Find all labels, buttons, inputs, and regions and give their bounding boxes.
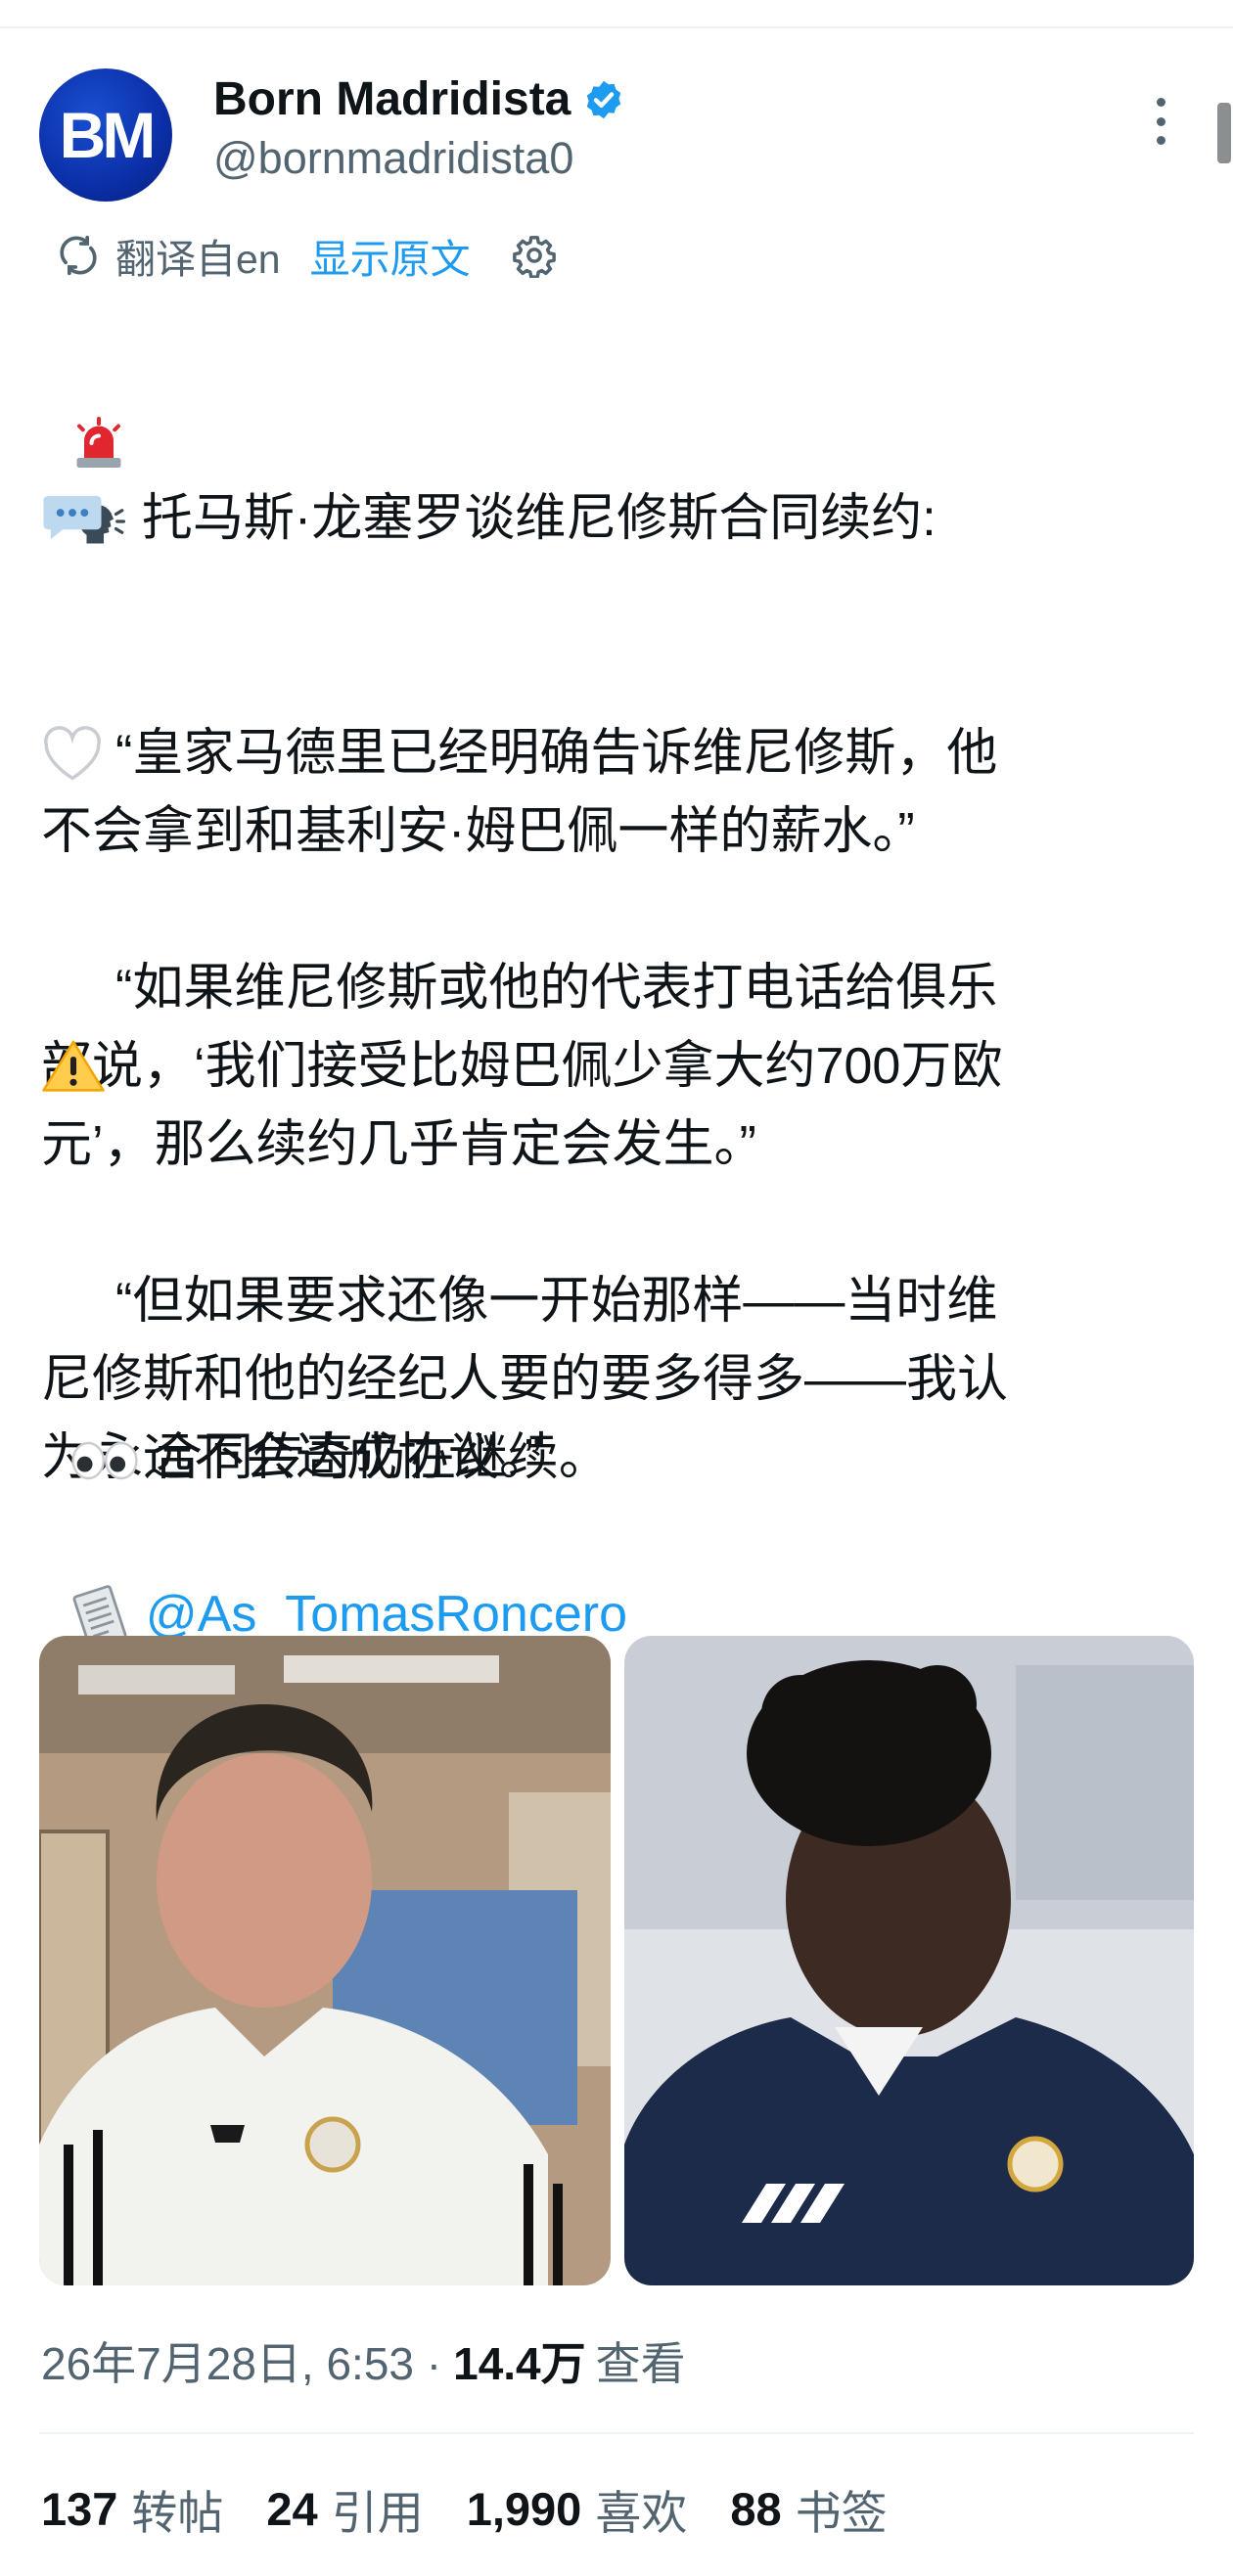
gear-icon[interactable] [512, 233, 557, 278]
view-label: 查看 [595, 2338, 686, 2389]
speech-bubble-icon [43, 495, 102, 540]
more-options-icon[interactable] [1153, 98, 1168, 145]
eyes-icon [71, 1442, 138, 1480]
tweet-paragraph-4-text: 合同传奇仍在继续。 [151, 1429, 610, 1486]
verified-badge-icon [587, 80, 621, 118]
quote-label[interactable]: 引用 [332, 2475, 424, 2543]
translation-bar: 翻译自en 显示原文 [57, 227, 557, 284]
tweet-paragraph-4: 合同传奇仍在继续。 [41, 1340, 1196, 1497]
show-original-link[interactable]: 显示原文 [310, 226, 471, 285]
translated-from-label: 翻译自en [115, 237, 281, 282]
bookmark-count[interactable]: 88 [730, 2482, 781, 2536]
warning-icon [42, 1040, 105, 1092]
retweet-label[interactable]: 转帖 [131, 2475, 223, 2543]
tweet-meta: 26年7月28日, 6:53 · 14.4万 查看 [41, 2328, 686, 2393]
top-divider [0, 26, 1233, 28]
view-count: 14.4万 [453, 2338, 586, 2389]
photo-vinicius-illustration [624, 1636, 1194, 2285]
photo-vinicius[interactable] [624, 1636, 1194, 2285]
white-heart-icon [44, 726, 101, 781]
bookmark-label[interactable]: 书签 [796, 2475, 888, 2543]
handle[interactable]: @bornmadridista0 [213, 133, 573, 184]
quote-count[interactable]: 24 [266, 2482, 317, 2536]
retweet-count[interactable]: 137 [41, 2482, 117, 2536]
avatar-initials: BM [59, 99, 157, 171]
stats-divider [39, 2432, 1194, 2434]
like-count[interactable]: 1,990 [467, 2482, 582, 2536]
name-row: Born Madridista [213, 72, 625, 126]
like-label[interactable]: 喜欢 [595, 2475, 687, 2543]
siren-icon [76, 417, 121, 469]
translate-icon [60, 235, 97, 276]
scrollbar[interactable] [1217, 103, 1231, 163]
tweet-source-line: @As_TomasRoncero [41, 1497, 1196, 1653]
photo-tomas-roncero[interactable] [39, 1636, 611, 2285]
source-mention-link[interactable]: @As_TomasRoncero [146, 1586, 627, 1643]
display-name[interactable]: Born Madridista [213, 72, 571, 126]
photo-tomas-roncero-illustration [39, 1636, 611, 2285]
avatar[interactable]: BM [39, 68, 172, 202]
engagement-stats: 137 转帖 24 引用 1,990 喜欢 88 书签 [41, 2475, 888, 2543]
timestamp[interactable]: 26年7月28日, 6:53 · [41, 2328, 441, 2393]
